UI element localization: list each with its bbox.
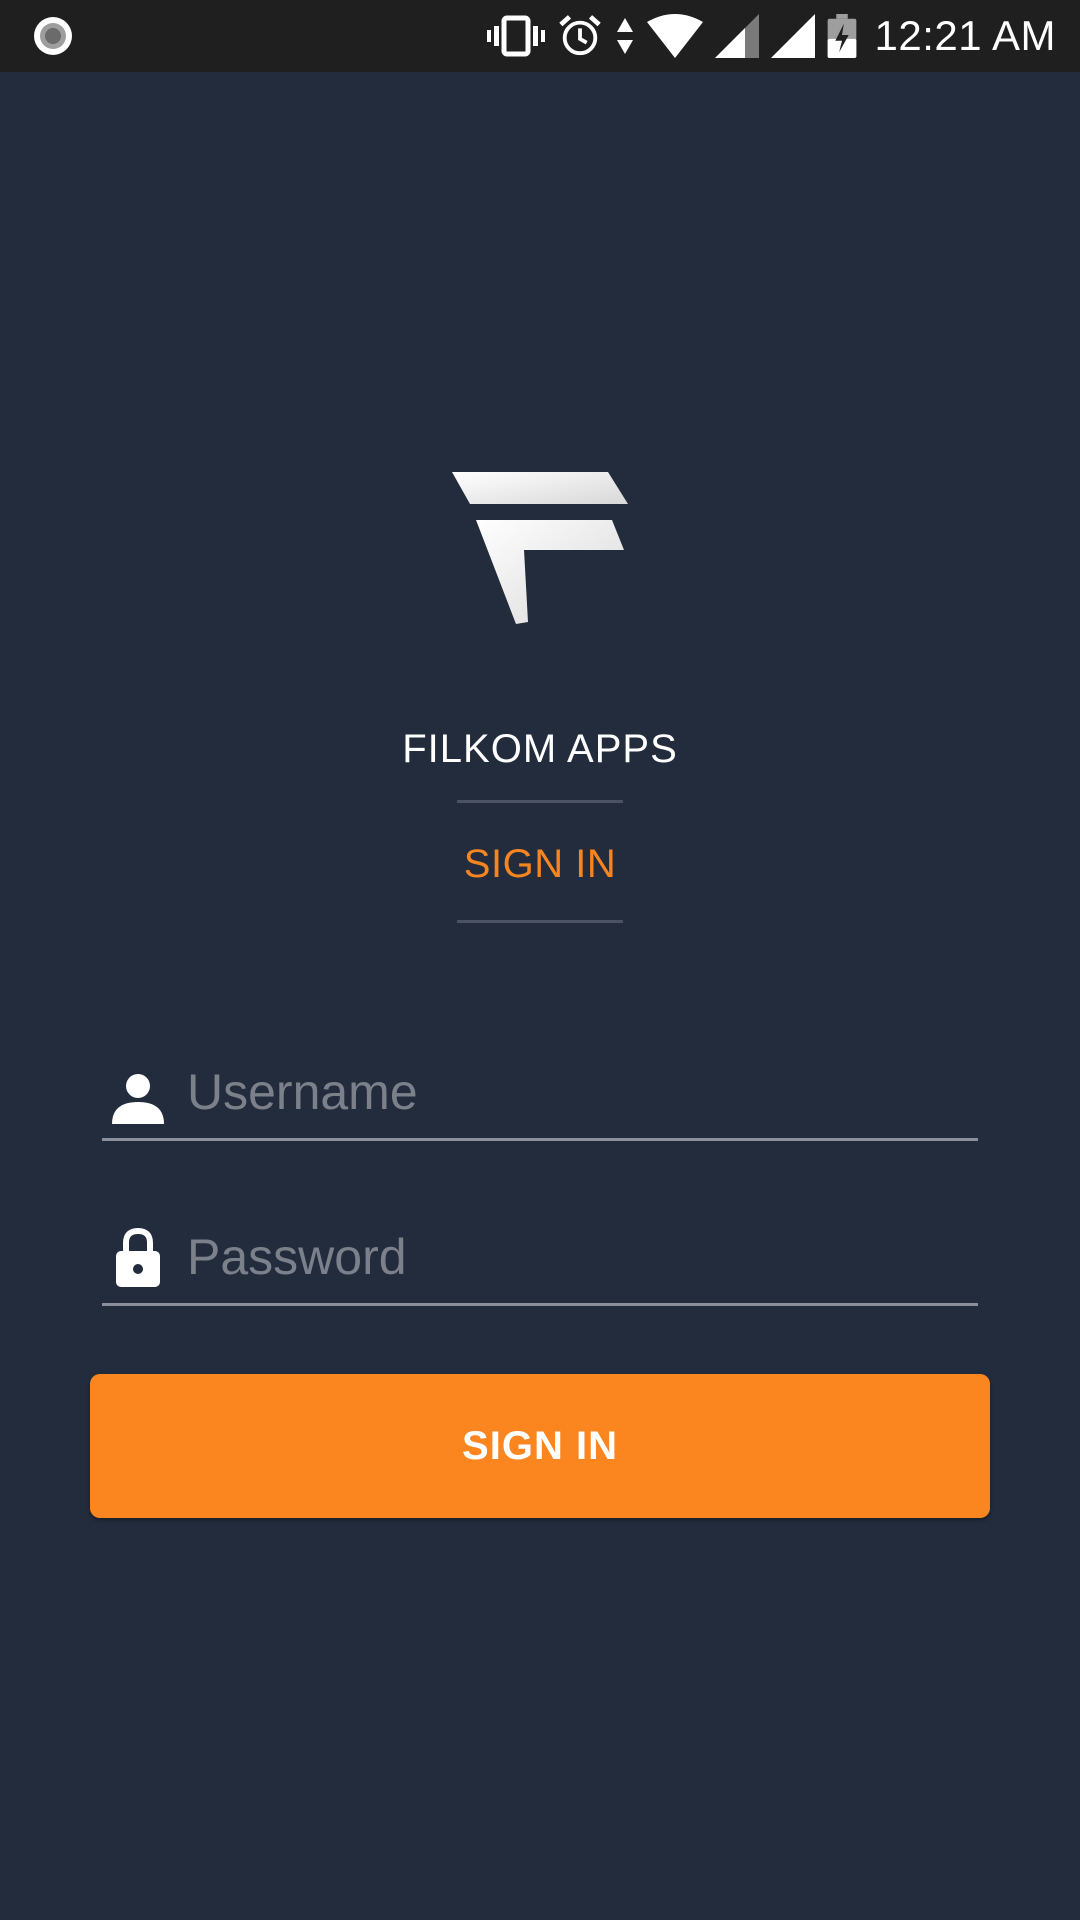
person-icon	[112, 1074, 164, 1124]
signal-icon	[714, 14, 759, 58]
wifi-icon	[646, 14, 703, 58]
record-icon	[34, 17, 72, 55]
app-name: FILKOM APPS	[402, 727, 678, 771]
lock-icon	[116, 1227, 160, 1287]
battery-charging-icon	[827, 14, 856, 58]
vibrate-icon	[486, 15, 545, 57]
username-field	[102, 1042, 978, 1141]
filkom-logo	[452, 472, 628, 624]
data-arrows-icon	[616, 18, 633, 54]
password-input[interactable]	[187, 1221, 967, 1293]
status-clock: 12:21 AM	[874, 12, 1056, 59]
divider-bottom	[457, 920, 623, 923]
status-icons: 12:21 AM	[486, 0, 1080, 72]
signal-icon	[770, 14, 815, 58]
divider-top	[457, 800, 623, 803]
password-field	[102, 1207, 978, 1306]
status-bar: 12:21 AM	[0, 0, 1080, 72]
alarm-icon	[558, 15, 601, 56]
login-screen: FILKOM APPS SIGN IN SIGN IN	[0, 72, 1080, 1920]
sign-in-button[interactable]: SIGN IN	[90, 1374, 990, 1518]
tab-sign-in[interactable]: SIGN IN	[0, 842, 1080, 887]
username-input[interactable]	[187, 1056, 967, 1128]
